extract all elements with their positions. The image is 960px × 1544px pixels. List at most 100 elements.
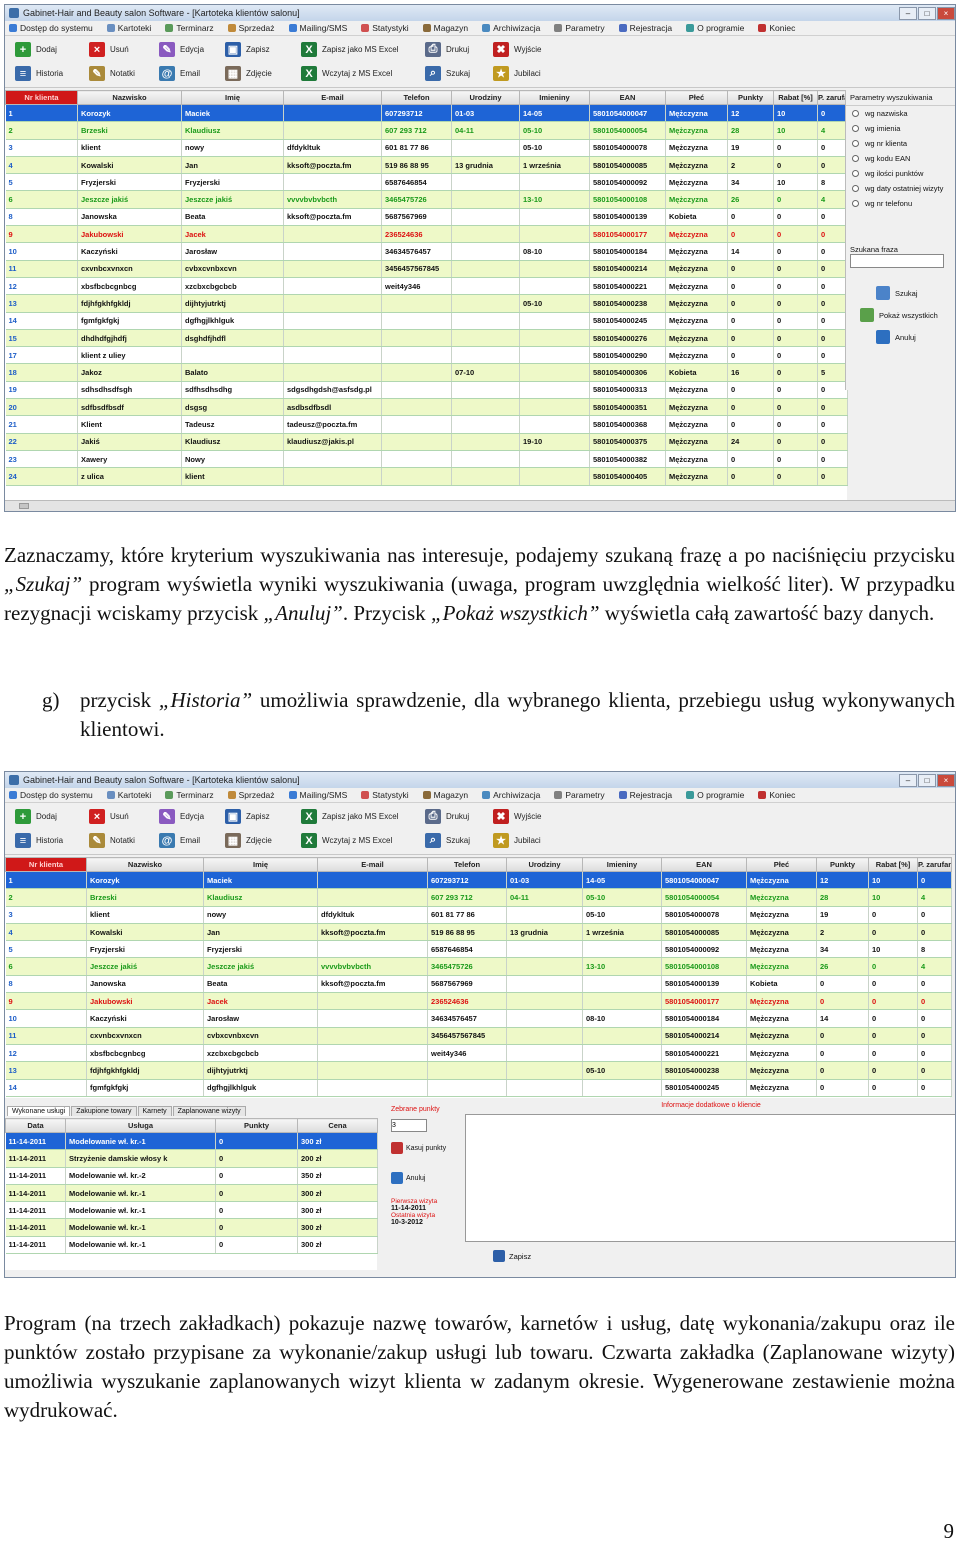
radio-icon[interactable]: [852, 200, 859, 207]
table-row[interactable]: 18 Jakoz Balato 07-10 5801054000306 Kobieta 16…: [5, 363, 848, 382]
menu-item-1[interactable]: Dostęp do systemu: [9, 23, 93, 33]
history-row[interactable]: 11-14-2011 Modelowanie wł. kr.-1 0 300 zł: [5, 1236, 378, 1255]
close-button[interactable]: ×: [937, 6, 955, 20]
column-header[interactable]: P. zarufania: [917, 857, 952, 872]
toolbar-button-toolbar_row1-4[interactable]: X Zapisz jako MS Excel: [301, 809, 398, 824]
menu-item-3[interactable]: Terminarz: [165, 23, 214, 33]
column-header[interactable]: Telefon: [427, 857, 507, 872]
column-header[interactable]: Nr klienta: [5, 857, 87, 872]
maximize-button[interactable]: □: [918, 773, 936, 787]
toolbar-button-toolbar_row2-1[interactable]: ✎ Notatki: [89, 66, 135, 81]
history-tab-3[interactable]: Karnety: [137, 1106, 172, 1116]
table-row[interactable]: 21 Klient Tadeusz tadeusz@poczta.fm 58010540…: [5, 415, 848, 434]
table-row[interactable]: 20 sdfbsdfbsdf dsgsg asdbsdfbsdl 58010540003…: [5, 398, 848, 417]
history-tab-2[interactable]: Zakupione towary: [71, 1106, 137, 1116]
toolbar-button-toolbar_row1-4[interactable]: X Zapisz jako MS Excel: [301, 42, 398, 57]
radio-icon[interactable]: [852, 155, 859, 162]
close-button[interactable]: ×: [937, 773, 955, 787]
toolbar-button-toolbar_row2-6[interactable]: ★ Jubilaci: [493, 833, 541, 848]
column-header[interactable]: Nazwisko: [77, 90, 182, 105]
history-grid[interactable]: Data Usługa Punkty Cena 11-14-2011 Modelowani…: [5, 1118, 378, 1270]
column-header[interactable]: Imieniny: [582, 857, 662, 872]
horizontal-scrollbar[interactable]: [5, 500, 955, 511]
toolbar-button-toolbar_row2-6[interactable]: ★ Jubilaci: [493, 66, 541, 81]
toolbar-button-toolbar_row1-2[interactable]: ✎ Edycja: [159, 42, 204, 57]
column-header[interactable]: Imię: [203, 857, 318, 872]
radio-icon[interactable]: [852, 125, 859, 132]
column-header[interactable]: P. zarufania: [817, 90, 848, 105]
radio-icon[interactable]: [852, 170, 859, 177]
history-row[interactable]: 11-14-2011 Modelowanie wł. kr.-1 0 300 zł: [5, 1201, 378, 1220]
table-row[interactable]: 23 Xawery Nowy 5801054000382 Mężczyzna 0 0 0: [5, 450, 848, 469]
table-row[interactable]: 24 z ulica klient 5801054000405 Mężczyzna 0 0 0: [5, 467, 848, 486]
table-row[interactable]: 22 Jakiś Klaudiusz klaudiusz@jakis.pl 19-10 5…: [5, 433, 848, 451]
table-row[interactable]: 11 cxvnbcxvnxcn cvbxcvnbxcvn 3456457567845 5…: [5, 1027, 952, 1045]
history-column-header[interactable]: Cena: [297, 1118, 378, 1133]
search-option-1[interactable]: wg nazwiska: [846, 106, 955, 121]
search-option-7[interactable]: wg nr telefonu: [846, 196, 955, 211]
table-row[interactable]: 13 fdjhfgkhfgkldj dijhtyjutrktj 05-10 580105…: [5, 294, 848, 313]
column-header[interactable]: Nr klienta: [5, 90, 78, 105]
menu-item-8[interactable]: Archiwizacja: [482, 790, 540, 800]
column-header[interactable]: Punkty: [727, 90, 774, 105]
menu-item-7[interactable]: Magazyn: [422, 23, 468, 33]
toolbar-button-toolbar_row2-3[interactable]: ▦ Zdjęcie: [225, 833, 272, 848]
table-row[interactable]: 9 Jakubowski Jacek 236524636 5801054000177 Mę…: [5, 225, 848, 244]
menu-item-12[interactable]: Koniec: [758, 790, 795, 800]
toolbar-button-toolbar_row1-1[interactable]: × Usuń: [89, 42, 129, 57]
menu-item-2[interactable]: Kartoteki: [106, 23, 151, 33]
column-header[interactable]: Rabat [%]: [868, 857, 918, 872]
column-header[interactable]: E-mail: [283, 90, 382, 105]
save-info-button[interactable]: Zapisz: [493, 1250, 531, 1262]
column-header[interactable]: EAN: [589, 90, 666, 105]
menu-item-4[interactable]: Sprzedaż: [227, 790, 275, 800]
toolbar-button-toolbar_row1-5[interactable]: ⎙ Drukuj: [425, 42, 469, 57]
table-row[interactable]: 14 fgmfgkfgkj dgfhgjlkhlguk 5801054000245 Mę…: [5, 312, 848, 330]
menu-item-4[interactable]: Sprzedaż: [227, 23, 275, 33]
toolbar-button-toolbar_row2-0[interactable]: ≡ Historia: [15, 833, 63, 848]
table-row[interactable]: 3 klient nowy dfdykltuk 601 81 77 86 05-10 580…: [5, 139, 848, 157]
table-row[interactable]: 15 dhdhdfgjhdfj dsghdfjhdfl 5801054000276 Mę…: [5, 329, 848, 348]
column-header[interactable]: Telefon: [381, 90, 452, 105]
reset-points-button[interactable]: Kasuj punkty: [391, 1142, 463, 1154]
toolbar-button-toolbar_row1-0[interactable]: + Dodaj: [15, 42, 57, 57]
points-input[interactable]: [391, 1119, 427, 1132]
table-row[interactable]: 10 Kaczyński Jarosław 34634576457 08-10 58010…: [5, 242, 848, 261]
history-row[interactable]: 11-14-2011 Modelowanie wł. kr.-1 0 300 zł: [5, 1184, 378, 1203]
menu-item-7[interactable]: Magazyn: [422, 790, 468, 800]
table-row[interactable]: 14 fgmfgkfgkj dgfhgjlkhlguk 5801054000245 Mę…: [5, 1079, 952, 1097]
table-row[interactable]: 9 Jakubowski Jacek 236524636 5801054000177 Mę…: [5, 992, 952, 1011]
table-row[interactable]: 8 Janowska Beata kksoft@poczta.fm 5687567969…: [5, 975, 952, 994]
menu-item-1[interactable]: Dostęp do systemu: [9, 790, 93, 800]
table-row[interactable]: 2 Brzeski Klaudiusz 607 293 712 04-11 05-10 58…: [5, 888, 952, 907]
cancel-points-button[interactable]: Anuluj: [391, 1172, 463, 1184]
table-row[interactable]: 10 Kaczyński Jarosław 34634576457 08-10 58010…: [5, 1009, 952, 1028]
table-row[interactable]: 4 Kowalski Jan kksoft@poczta.fm 519 86 88 95…: [5, 923, 952, 942]
table-row[interactable]: 17 klient z uliey 5801054000290 Mężczyzna 0 0…: [5, 346, 848, 365]
toolbar-button-toolbar_row2-5[interactable]: ⌕ Szukaj: [425, 833, 470, 848]
toolbar-button-toolbar_row2-5[interactable]: ⌕ Szukaj: [425, 66, 470, 81]
history-column-header[interactable]: Punkty: [215, 1118, 298, 1133]
column-header[interactable]: EAN: [661, 857, 747, 872]
table-row[interactable]: 13 fdjhfgkhfgkldj dijhtyjutrktj 05-10 580105…: [5, 1061, 952, 1080]
column-header[interactable]: Punkty: [816, 857, 869, 872]
table-row[interactable]: 6 Jeszcze jakiś Jeszcze jakiś vvvvbvbvbcth 3…: [5, 190, 848, 209]
column-header[interactable]: E-mail: [317, 857, 428, 872]
history-row[interactable]: 11-14-2011 Modelowanie wł. kr.-1 0 300 zł: [5, 1132, 378, 1151]
history-column-header[interactable]: Usługa: [65, 1118, 216, 1133]
menu-item-9[interactable]: Parametry: [554, 23, 605, 33]
history-column-header[interactable]: Data: [5, 1118, 66, 1133]
toolbar-button-toolbar_row1-3[interactable]: ▣ Zapisz: [225, 42, 270, 57]
menu-item-5[interactable]: Mailing/SMS: [288, 790, 347, 800]
toolbar-button-toolbar_row1-5[interactable]: ⎙ Drukuj: [425, 809, 469, 824]
toolbar-button-toolbar_row1-2[interactable]: ✎ Edycja: [159, 809, 204, 824]
search-option-5[interactable]: wg ilości punktów: [846, 166, 955, 181]
search-option-4[interactable]: wg kodu EAN: [846, 151, 955, 166]
toolbar-button-toolbar_row1-6[interactable]: ✖ Wyjście: [493, 809, 541, 824]
history-row[interactable]: 11-14-2011 Modelowanie wł. kr.-2 0 350 zł: [5, 1167, 378, 1185]
column-header[interactable]: Nazwisko: [86, 857, 204, 872]
maximize-button[interactable]: □: [918, 6, 936, 20]
table-row[interactable]: 1 Korozyk Maciek 607293712 01-03 14-05 5801054…: [5, 104, 848, 123]
menu-item-6[interactable]: Statystyki: [361, 790, 409, 800]
menu-item-3[interactable]: Terminarz: [165, 790, 214, 800]
